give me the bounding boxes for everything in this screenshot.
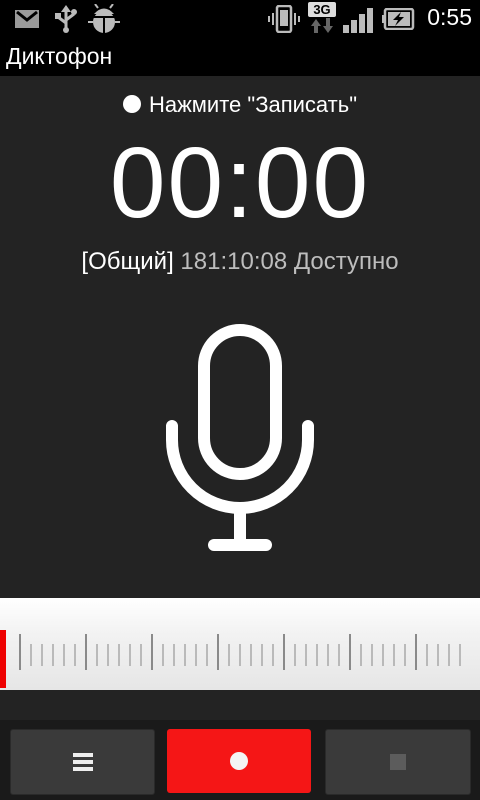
record-prompt: Нажмите "Записать" <box>0 92 480 118</box>
available-time: 181:10:08 Доступно <box>180 248 399 275</box>
record-button[interactable] <box>167 729 311 793</box>
record-icon <box>230 752 248 770</box>
stop-icon <box>390 754 406 770</box>
network-type-label: 3G <box>308 2 336 17</box>
android-debug-icon <box>88 4 120 33</box>
status-bar: 3G 0:55 <box>0 0 480 38</box>
stop-button[interactable] <box>325 729 471 795</box>
microphone-icon <box>166 324 314 551</box>
menu-icon <box>72 750 93 774</box>
status-clock: 0:55 <box>427 4 472 30</box>
storage-location: [Общий] <box>81 248 174 275</box>
meter-ticks <box>19 634 461 670</box>
battery-charging-icon <box>382 8 415 30</box>
vibrate-icon <box>268 5 300 33</box>
menu-button[interactable] <box>10 729 155 795</box>
bottom-controls <box>0 720 480 800</box>
signal-icon <box>343 8 373 33</box>
level-meter <box>0 598 480 690</box>
gmail-icon <box>15 10 39 28</box>
title-bar: Диктофон <box>0 38 480 76</box>
storage-info: [Общий] 181:10:08 Доступно <box>0 248 480 276</box>
usb-icon <box>55 5 77 33</box>
record-prompt-text: Нажмите "Записать" <box>148 92 358 117</box>
record-status-dot-icon <box>122 95 141 113</box>
recording-timer: 00:00 <box>109 127 371 239</box>
network-3g-icon: 3G <box>308 2 336 36</box>
data-activity-arrows-icon <box>311 18 333 33</box>
app-title: Диктофон <box>6 43 113 69</box>
